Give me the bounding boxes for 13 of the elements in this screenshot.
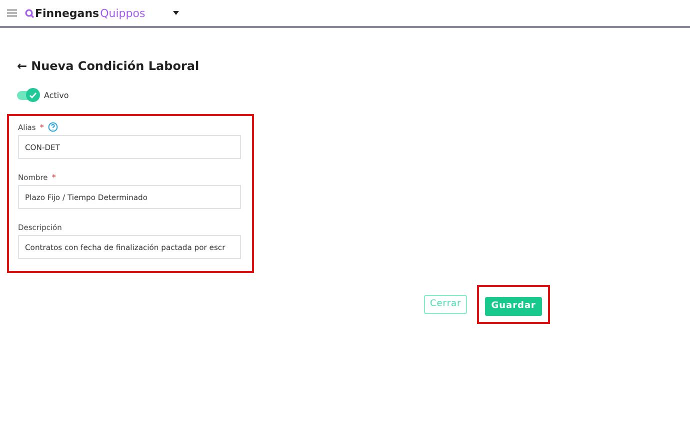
help-icon[interactable] xyxy=(48,122,58,132)
search-logo-icon xyxy=(25,8,34,18)
required-mark: * xyxy=(52,173,56,182)
brand-product: Quippos xyxy=(100,6,146,20)
brand-name: Finnegans xyxy=(35,6,100,20)
back-link[interactable]: ← xyxy=(17,59,28,73)
menu-icon[interactable] xyxy=(7,9,17,17)
required-mark: * xyxy=(40,122,44,132)
caret-icon[interactable] xyxy=(173,11,180,15)
toggle-label: Activo xyxy=(44,91,69,100)
page-title: Nueva Condición Laboral xyxy=(31,59,200,73)
active-toggle[interactable] xyxy=(17,91,39,100)
check-icon xyxy=(29,92,37,98)
